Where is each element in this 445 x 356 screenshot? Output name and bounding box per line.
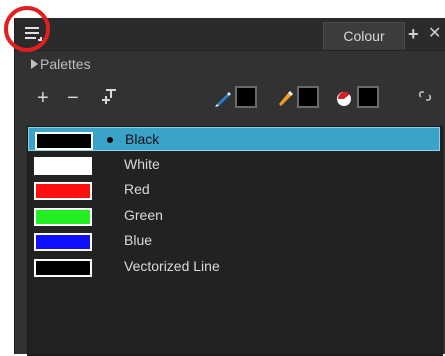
colour-name: Vectorized Line [124,258,220,274]
brush-tool-icon[interactable] [275,88,295,108]
colour-swatch [34,157,92,175]
colour-row[interactable]: Black [28,127,440,151]
panel-titlebar: Colour + ✕ [15,18,445,51]
palettes-toggle[interactable]: Palettes [31,56,91,72]
paint-bucket-icon[interactable] [335,88,355,108]
colour-swatch-list: Black White Red Green Blue Vectorized Li… [27,126,443,356]
remove-colour-button[interactable]: − [67,88,79,108]
colour-swatch [34,182,92,200]
palettes-label: Palettes [40,56,91,72]
current-colour-indicator [107,137,113,143]
paint-colour-swatch[interactable] [357,86,379,108]
brush-colour-swatch[interactable] [297,86,319,108]
tab-colour[interactable]: Colour [323,22,405,50]
colour-swatch [34,259,92,277]
colour-row[interactable]: Vectorized Line [28,255,440,279]
colour-swatch [34,233,92,251]
colour-row[interactable]: Green [28,204,440,228]
add-texture-button[interactable] [101,88,117,110]
colour-view-panel: Colour + ✕ Palettes + − Black White Red … [14,18,445,356]
pencil-tool-icon[interactable] [213,88,233,108]
colour-name: Black [125,131,160,147]
colour-row[interactable]: Blue [28,229,440,253]
hamburger-menu-icon[interactable] [25,25,43,43]
colour-name: Green [124,207,163,223]
colour-swatch [35,132,93,150]
link-icon[interactable] [417,88,437,108]
colour-name: Red [124,181,150,197]
add-texture-icon [102,89,116,104]
add-view-icon[interactable]: + [408,24,419,44]
colour-row[interactable]: White [28,153,440,177]
colour-name: White [124,156,160,172]
colour-row[interactable]: Red [28,178,440,202]
add-colour-button[interactable]: + [37,88,49,108]
close-icon[interactable]: ✕ [428,24,441,44]
colour-name: Blue [124,232,153,248]
pencil-colour-swatch[interactable] [235,86,257,108]
colour-swatch [34,208,92,226]
triangle-right-icon [31,59,38,69]
